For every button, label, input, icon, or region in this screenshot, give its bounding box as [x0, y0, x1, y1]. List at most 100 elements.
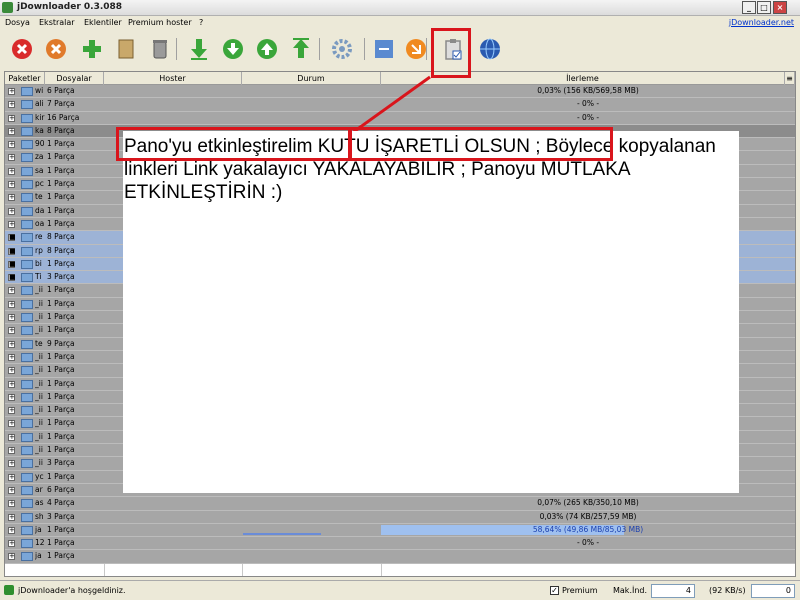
table-row[interactable]: + ja 1 Parça 58,64% (49,86 MB/85,03 MB): [5, 523, 795, 538]
folder-icon: [21, 485, 33, 495]
move-down-button[interactable]: [221, 37, 245, 61]
stop-button[interactable]: [10, 37, 34, 61]
expand-icon[interactable]: +: [8, 500, 15, 508]
folder-icon: [21, 446, 33, 456]
part-count: 1 Parça: [47, 285, 75, 295]
expand-icon[interactable]: +: [8, 300, 15, 308]
update-button[interactable]: [404, 37, 428, 61]
expand-icon[interactable]: +: [8, 340, 15, 348]
menu-dosya[interactable]: Dosya: [5, 18, 30, 27]
table-row[interactable]: + ali 7 Parça - 0% -: [5, 98, 795, 112]
globe-button[interactable]: [478, 37, 502, 61]
cancel-button[interactable]: [44, 37, 68, 61]
expand-icon[interactable]: +: [8, 194, 15, 202]
maximize-button[interactable]: □: [757, 1, 771, 14]
upload-button[interactable]: [289, 37, 313, 61]
package-name: _ii: [35, 298, 43, 308]
expand-icon[interactable]: +: [8, 327, 15, 335]
expand-icon[interactable]: +: [8, 473, 15, 481]
table-row[interactable]: + kir 16 Parça - 0% -: [5, 111, 795, 125]
menu-bar: Dosya Ekstralar Eklentiler Premium hoste…: [0, 16, 800, 30]
table-row[interactable]: + ja 1 Parça: [5, 550, 795, 564]
menu-premium-hoster[interactable]: Premium hoster: [128, 18, 192, 27]
progress-text: - 0% -: [576, 99, 600, 109]
trash-button[interactable]: [148, 37, 172, 61]
expand-icon[interactable]: +: [8, 460, 15, 468]
upload-icon: [293, 38, 309, 58]
part-count: 4 Parça: [47, 498, 75, 508]
expand-icon[interactable]: +: [8, 540, 15, 548]
expand-icon[interactable]: +: [8, 167, 15, 175]
max-downloads-stepper[interactable]: 4: [651, 584, 695, 598]
reconnect-button[interactable]: [372, 37, 396, 61]
move-up-button[interactable]: [255, 37, 279, 61]
part-count: 1 Parça: [47, 418, 75, 428]
reconnect-icon: [375, 40, 393, 58]
expand-icon[interactable]: +: [8, 420, 15, 428]
table-row[interactable]: + as 4 Parça 0,07% (265 KB/350,10 MB): [5, 497, 795, 511]
col-dosyalar[interactable]: Dosyalar: [45, 72, 104, 85]
expand-icon[interactable]: +: [8, 380, 15, 388]
update-icon: [406, 39, 426, 59]
package-name: as: [35, 498, 44, 508]
expand-icon[interactable]: +: [8, 207, 15, 215]
menu-eklentiler[interactable]: Eklentiler: [84, 18, 122, 27]
jdownloader-window: jDownloader 0.3.088 _ □ × Dosya Ekstrala…: [0, 0, 800, 600]
download-button[interactable]: [187, 37, 211, 61]
expand-icon[interactable]: +: [8, 393, 15, 401]
folder-icon: [21, 113, 33, 123]
expand-icon[interactable]: ■: [8, 234, 16, 242]
expand-icon[interactable]: +: [8, 101, 15, 109]
part-count: 3 Parça: [47, 458, 75, 468]
expand-icon[interactable]: +: [8, 526, 15, 534]
part-count: 1 Parça: [47, 445, 75, 455]
expand-icon[interactable]: +: [8, 127, 15, 135]
expand-icon[interactable]: +: [8, 181, 15, 189]
expand-icon[interactable]: +: [8, 287, 15, 295]
expand-icon[interactable]: +: [8, 486, 15, 494]
jdownloader-icon: [4, 585, 14, 595]
package-button[interactable]: [114, 37, 138, 61]
expand-icon[interactable]: +: [8, 141, 15, 149]
expand-icon[interactable]: ■: [8, 247, 16, 255]
expand-icon[interactable]: +: [8, 353, 15, 361]
package-name: ar: [35, 484, 43, 494]
window-title: jDownloader 0.3.088: [17, 2, 123, 12]
expand-icon[interactable]: +: [8, 314, 15, 322]
package-name: sa: [35, 165, 44, 175]
minimize-button[interactable]: _: [742, 1, 756, 14]
settings-button[interactable]: [330, 37, 354, 61]
folder-icon: [21, 153, 33, 163]
col-paketler[interactable]: Paketler: [5, 72, 45, 85]
folder-icon: [21, 273, 33, 283]
table-row[interactable]: + wi 6 Parça 0,03% (156 KB/569,58 MB): [5, 85, 795, 99]
toolbar-separator: [319, 38, 320, 60]
menu-help[interactable]: ?: [199, 18, 203, 27]
expand-icon[interactable]: +: [8, 553, 15, 561]
expand-icon[interactable]: +: [8, 433, 15, 441]
column-settings-icon[interactable]: ≡: [785, 72, 795, 85]
col-durum[interactable]: Durum: [242, 72, 381, 85]
expand-icon[interactable]: ■: [8, 260, 16, 268]
col-hoster[interactable]: Hoster: [104, 72, 242, 85]
expand-icon[interactable]: +: [8, 367, 15, 375]
package-name: 90: [35, 139, 45, 149]
folder-icon: [21, 366, 33, 376]
expand-icon[interactable]: +: [8, 114, 15, 122]
speed-limit-stepper[interactable]: 0: [751, 584, 795, 598]
expand-icon[interactable]: +: [8, 513, 15, 521]
table-row[interactable]: +12 1 Parça - 0% -: [5, 537, 795, 551]
expand-icon[interactable]: +: [8, 220, 15, 228]
expand-icon[interactable]: +: [8, 407, 15, 415]
expand-icon[interactable]: +: [8, 154, 15, 162]
expand-icon[interactable]: +: [8, 447, 15, 455]
expand-icon[interactable]: ■: [8, 274, 16, 282]
jdownloader-link[interactable]: jDownloader.net: [729, 18, 794, 27]
add-button[interactable]: [80, 37, 104, 61]
premium-checkbox[interactable]: ✓: [550, 586, 559, 595]
table-row[interactable]: + sh 3 Parça 0,03% (74 KB/257,59 MB): [5, 510, 795, 524]
close-button[interactable]: ×: [773, 1, 787, 14]
menu-ekstralar[interactable]: Ekstralar: [39, 18, 75, 27]
package-name: za: [35, 152, 44, 162]
expand-icon[interactable]: +: [8, 88, 15, 95]
